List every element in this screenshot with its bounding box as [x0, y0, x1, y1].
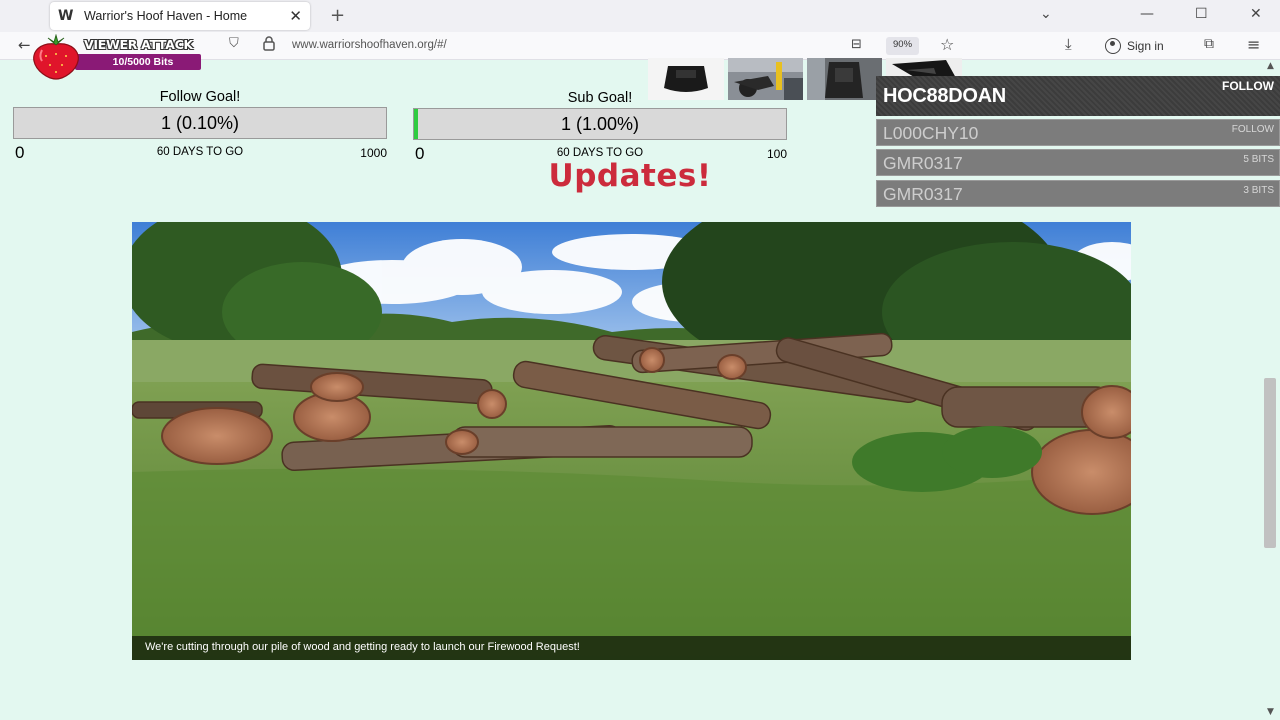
- alert-row: L000CHY10 FOLLOW: [876, 119, 1280, 146]
- scrollbar-thumb[interactable]: [1264, 378, 1276, 548]
- updates-heading: Updates!: [548, 158, 712, 194]
- goal-value: 1 (0.10%): [160, 113, 240, 133]
- alert-username: GMR0317: [883, 153, 963, 173]
- zoom-level-badge[interactable]: 90%: [886, 37, 920, 55]
- goal-max: 1000: [360, 146, 387, 160]
- goal-value: 1 (1.00%): [560, 114, 640, 134]
- strawberry-icon: [33, 34, 79, 80]
- close-window-icon[interactable]: ✕: [1250, 6, 1262, 22]
- goal-progress-bar: 1 (1.00%): [413, 108, 787, 140]
- tab-list-chevron-icon[interactable]: ⌄: [1040, 6, 1052, 22]
- browser-tab[interactable]: W Warrior's Hoof Haven - Home ✕: [50, 2, 310, 30]
- sub-goal: Sub Goal! 1 (1.00%) 0 60 DAYS TO GO 100: [413, 90, 787, 163]
- viewer-attack-title: VIEWER ATTACK: [84, 37, 193, 52]
- hamburger-menu-icon[interactable]: ≡: [1247, 35, 1260, 54]
- goal-days-left: 60 DAYS TO GO: [156, 146, 244, 158]
- tab-bar: W Warrior's Hoof Haven - Home ✕ + ⌄ — ☐ …: [0, 0, 1280, 32]
- maximize-icon[interactable]: ☐: [1195, 6, 1208, 22]
- photo-caption-bar: We're cutting through our pile of wood a…: [132, 636, 1131, 660]
- download-icon[interactable]: ⤓: [1065, 35, 1072, 53]
- new-tab-icon[interactable]: +: [330, 5, 345, 26]
- lock-icon[interactable]: [263, 36, 275, 51]
- reader-view-icon[interactable]: ⊟: [851, 37, 862, 52]
- alert-row: GMR0317 5 BITS: [876, 149, 1280, 176]
- bookmark-star-icon[interactable]: ☆: [940, 35, 954, 54]
- sign-in-label: Sign in: [1127, 39, 1164, 53]
- goal-title: Follow Goal!: [159, 89, 241, 105]
- product-thumbnail[interactable]: [807, 58, 882, 100]
- close-tab-icon[interactable]: ✕: [289, 7, 302, 25]
- viewer-attack-widget: 10/5000 Bits VIEWER ATTACK: [30, 34, 205, 80]
- product-thumbnail[interactable]: [728, 58, 803, 100]
- alert-username: GMR0317: [883, 184, 963, 204]
- alert-username: L000CHY10: [883, 123, 979, 143]
- extensions-icon[interactable]: ⧉: [1204, 36, 1214, 52]
- address-bar[interactable]: www.warriorshoofhaven.org/#/: [292, 39, 447, 51]
- alert-row: GMR0317 3 BITS: [876, 180, 1280, 207]
- goal-progress-bar: 1 (0.10%): [13, 107, 387, 139]
- page-scrollbar[interactable]: ▲ ▼: [1262, 60, 1280, 720]
- featured-alert: HOC88DOAN FOLLOW: [876, 76, 1280, 116]
- back-arrow-icon[interactable]: ←: [18, 36, 31, 54]
- alert-username: HOC88DOAN: [883, 85, 1006, 107]
- account-icon: [1105, 38, 1121, 54]
- woodpile-photo: We're cutting through our pile of wood a…: [132, 222, 1131, 660]
- tab-title: Warrior's Hoof Haven - Home: [84, 9, 248, 23]
- site-favicon-icon: W: [58, 8, 74, 24]
- sign-in-button[interactable]: Sign in: [1105, 38, 1164, 54]
- tracking-shield-icon[interactable]: ⛉: [229, 36, 239, 51]
- scroll-down-arrow-icon[interactable]: ▼: [1267, 707, 1274, 717]
- product-thumbnail[interactable]: [648, 58, 724, 100]
- follow-goal: Follow Goal! 1 (0.10%) 0 60 DAYS TO GO 1…: [13, 89, 387, 162]
- minimize-icon[interactable]: —: [1140, 6, 1154, 22]
- viewer-attack-progress: 10/5000 Bits: [75, 54, 201, 70]
- scroll-up-arrow-icon[interactable]: ▲: [1267, 61, 1274, 71]
- photo-caption: We're cutting through our pile of wood a…: [145, 641, 580, 653]
